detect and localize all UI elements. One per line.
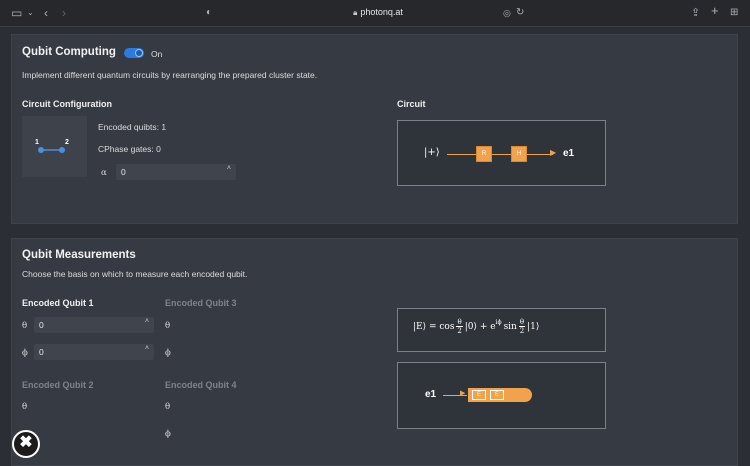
alpha-value: 0 (121, 167, 126, 177)
stepper-icon[interactable]: ˄ (145, 345, 149, 352)
lock-icon: 🔒︎ (353, 8, 358, 17)
back-icon[interactable]: ‹ (44, 6, 48, 20)
page-content: Qubit Computing On Implement different q… (0, 27, 750, 466)
basis-formula: |E⟩ = cos θ 2 |0⟩ + e iϕ sin θ 2 |1⟩ (413, 318, 539, 335)
circuit-title: Circuit (397, 99, 426, 109)
fraction-numerator: θ (518, 318, 526, 327)
formula-sin: sin (503, 321, 517, 332)
q3-phi-label: ϕ (165, 348, 171, 358)
encoded-qubits-count: Encoded quibts: 1 (98, 122, 167, 132)
qubit2-title: Encoded Qubit 2 (22, 380, 94, 390)
qubit-computing-card: Qubit Computing On Implement different q… (11, 34, 738, 224)
circuit-panel: |+⟩ ▶ R H e1 (397, 120, 606, 186)
url-text: photonq.at (360, 7, 403, 17)
formula-exponent: iϕ (495, 319, 502, 326)
qubit4-title: Encoded Qubit 4 (165, 380, 237, 390)
circuit-output-label: e1 (563, 148, 575, 159)
toggle-label: On (151, 49, 163, 59)
q1-theta-label: θ (22, 321, 28, 331)
measurement-gate[interactable]: E E (468, 388, 532, 402)
circuit-input-state: |+⟩ (424, 147, 440, 158)
q1-theta-input[interactable]: 0 ˄ (34, 317, 154, 333)
toggle-knob[interactable] (135, 49, 143, 57)
stepper-icon[interactable]: ˄ (145, 318, 149, 325)
arrow-icon: ▶ (460, 390, 466, 397)
qubit3-title: Encoded Qubit 3 (165, 298, 237, 308)
fraction-denominator: 2 (457, 327, 462, 335)
fraction-numerator: θ (456, 318, 463, 327)
measurements-description: Choose the basis on which to measure eac… (22, 269, 248, 279)
sidebar-icon[interactable]: ▭ (11, 6, 22, 20)
formula-mid: |0⟩ + e (464, 321, 496, 332)
cluster-graph-svg (38, 147, 65, 153)
measurement-qubit-label: e1 (425, 389, 437, 400)
forward-icon[interactable]: › (62, 6, 66, 20)
alpha-input[interactable]: 0 ˄ (116, 164, 236, 180)
chevron-down-icon[interactable]: ⌄ (27, 6, 34, 20)
q1-phi-input[interactable]: 0 ˄ (34, 344, 154, 360)
fraction-denominator: 2 (519, 327, 525, 335)
q3-theta-label: θ (165, 321, 171, 331)
formula-end: |1⟩ (527, 321, 540, 332)
gate-rotation[interactable]: R (476, 146, 492, 162)
q4-phi-label: ϕ (165, 429, 171, 439)
tab-overview-icon[interactable]: ⊞ (730, 6, 738, 20)
meas-gate-1: E (472, 390, 487, 400)
reload-icon[interactable]: ↻ (516, 6, 524, 20)
section-title: Qubit Computing (22, 46, 116, 58)
gate-hadamard[interactable]: H (511, 146, 527, 162)
share-icon[interactable]: ⇪ (691, 6, 700, 20)
fraction: θ 2 (456, 318, 463, 335)
q4-theta-label: θ (165, 402, 171, 412)
q1-phi-value: 0 (39, 347, 44, 357)
translate-icon[interactable]: ◎ (503, 6, 511, 20)
privacy-shield-icon[interactable]: ◐ (206, 6, 212, 20)
alpha-label: α (101, 168, 107, 178)
formula-lhs: |E⟩ = cos (413, 321, 455, 332)
fraction-2: θ 2 (518, 318, 526, 335)
config-title: Circuit Configuration (22, 99, 112, 109)
close-icon[interactable]: ✖ (12, 430, 40, 458)
new-tab-icon[interactable]: + (711, 4, 719, 18)
graph-node-label-2: 2 (65, 139, 69, 146)
meas-gate-2: E (490, 390, 505, 400)
browser-toolbar: ▭ ⌄ ‹ › ◐ 🔒︎ photonq.at ◎ ↻ ⇪ + ⊞ (0, 0, 750, 27)
cphase-gates-count: CPhase gates: 0 (98, 144, 161, 154)
graph-node-1[interactable] (38, 147, 44, 153)
cluster-graph[interactable]: 1 2 (22, 116, 87, 177)
measurement-panel: e1 ▶ E E (397, 362, 606, 429)
section-description: Implement different quantum circuits by … (22, 70, 318, 80)
measurements-title: Qubit Measurements (22, 249, 136, 261)
graph-node-2[interactable] (59, 147, 65, 153)
qubit1-title: Encoded Qubit 1 (22, 298, 94, 308)
qubit-measurements-card: Qubit Measurements Choose the basis on w… (11, 238, 738, 466)
graph-node-label-1: 1 (35, 139, 39, 146)
circuit-wire (447, 154, 553, 155)
computing-toggle[interactable] (124, 48, 144, 58)
stepper-icon[interactable]: ˄ (227, 165, 231, 172)
arrow-icon: ▶ (550, 148, 557, 157)
basis-formula-panel: |E⟩ = cos θ 2 |0⟩ + e iϕ sin θ 2 |1⟩ (397, 308, 606, 352)
q1-theta-value: 0 (39, 320, 44, 330)
q1-phi-label: ϕ (22, 348, 28, 358)
q2-theta-label: θ (22, 402, 28, 412)
address-bar[interactable]: 🔒︎ photonq.at (228, 4, 528, 23)
